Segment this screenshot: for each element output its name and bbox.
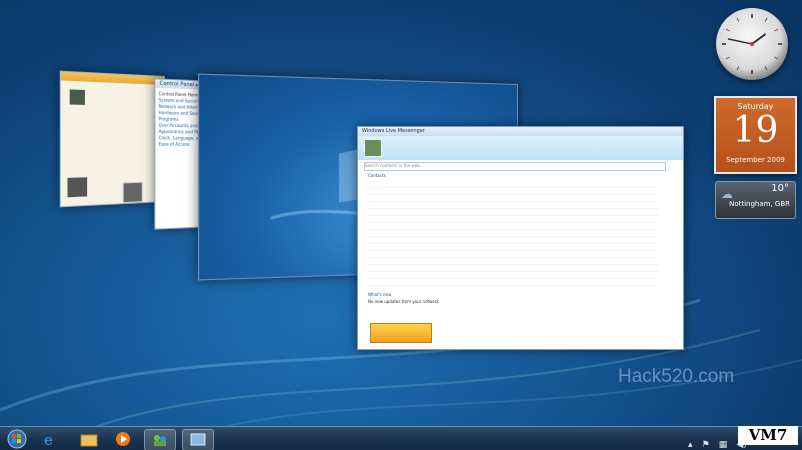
clock-tick (774, 56, 779, 60)
clock-tick (774, 28, 779, 32)
show-hidden-icons-icon[interactable]: ▴ (688, 440, 693, 450)
window-messenger-small[interactable] (59, 70, 165, 208)
clock-face-icon (722, 14, 782, 74)
messenger-header (358, 136, 683, 160)
avatar (69, 89, 85, 105)
clock-tick (725, 28, 730, 32)
weather-gadget[interactable]: ☁ 10° Nottingham, GBR (715, 181, 796, 219)
clock-tick (764, 66, 768, 71)
svg-text:e: e (44, 431, 53, 449)
windows-explorer-icon[interactable] (74, 429, 104, 449)
hour-hand (751, 33, 766, 45)
desktop: Control Panel ▸ System and Security Cont… (0, 0, 802, 450)
whats-new-note: No new updates from your network (368, 299, 439, 304)
minute-hand (727, 38, 753, 45)
internet-explorer-icon[interactable]: e (36, 429, 66, 449)
weather-cloud-icon: ☁ (721, 187, 733, 201)
weather-location: Nottingham, GBR (729, 200, 790, 208)
clock-gadget[interactable] (716, 8, 788, 80)
calendar-month-year: September 2009 (726, 156, 785, 164)
window-live-messenger[interactable]: Windows Live Messenger Search contacts o… (357, 126, 684, 350)
clock-tick (736, 66, 740, 71)
calendar-gadget[interactable]: Saturday 19 September 2009 (714, 96, 797, 174)
vm7-badge: VM7 (738, 426, 798, 445)
calendar-day: 19 (732, 110, 779, 151)
network-icon[interactable]: ▦ (719, 440, 728, 450)
taskbar: e ▴ ⚑ ▦ ◀) (0, 426, 802, 450)
weather-temperature: 10° (771, 183, 789, 194)
start-button[interactable] (2, 429, 32, 449)
messenger-icon[interactable] (144, 429, 176, 450)
clock-tick (764, 17, 768, 22)
messenger-titlebar: Windows Live Messenger (358, 127, 683, 136)
avatar (364, 139, 382, 157)
media-player-icon[interactable] (108, 429, 138, 449)
watermark: Hack520.com (618, 366, 735, 387)
avatar (67, 177, 88, 198)
action-center-flag-icon[interactable]: ⚑ (702, 440, 710, 450)
clock-tick (725, 56, 730, 60)
avatar (122, 181, 143, 204)
search-contacts-input[interactable]: Search contacts or the web... (364, 162, 666, 171)
contacts-header: Contacts (368, 173, 386, 178)
ad-banner[interactable] (370, 323, 432, 343)
clock-tick (736, 17, 740, 22)
control-panel-icon[interactable] (182, 429, 214, 450)
whats-new-label: What's new (368, 292, 392, 297)
contact-list[interactable] (368, 181, 658, 289)
